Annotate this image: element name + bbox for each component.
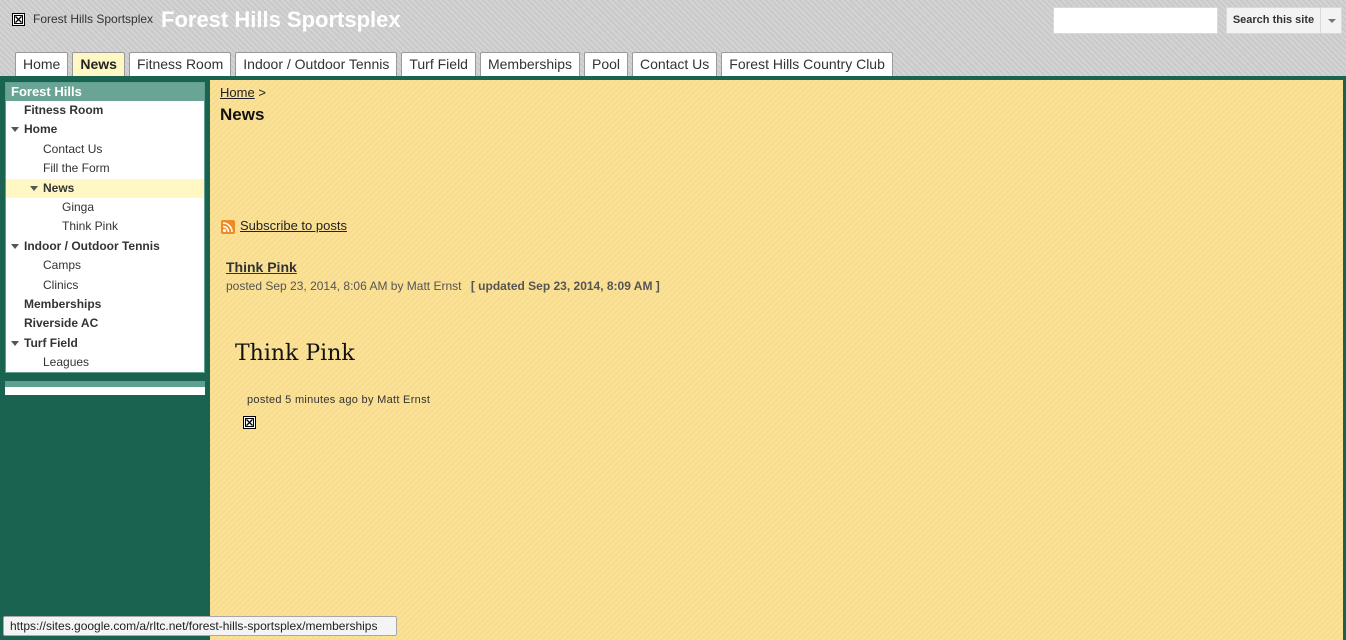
search-input[interactable] bbox=[1053, 7, 1218, 34]
page-title: News bbox=[220, 105, 265, 124]
sidebar-item-label: Ginga bbox=[62, 199, 95, 214]
sidebar-item-home[interactable]: Home bbox=[6, 120, 204, 139]
tab-indoor-outdoor-tennis[interactable]: Indoor / Outdoor Tennis bbox=[235, 52, 398, 76]
breadcrumb-separator: > bbox=[258, 85, 266, 100]
search-options-dropdown[interactable] bbox=[1320, 7, 1342, 34]
expand-triangle-icon[interactable] bbox=[11, 243, 19, 249]
tab-home[interactable]: Home bbox=[15, 52, 69, 76]
sidebar-item-label: Leagues bbox=[43, 355, 90, 370]
sidebar-item-contact-us[interactable]: Contact Us bbox=[6, 140, 204, 159]
post-updated-info: [ updated Sep 23, 2014, 8:09 AM ] bbox=[470, 279, 660, 293]
embedded-post-meta: posted 5 minutes ago by Matt Ernst bbox=[247, 394, 431, 406]
tab-news[interactable]: News bbox=[72, 52, 125, 76]
browser-status-bar: https://sites.google.com/a/rltc.net/fore… bbox=[3, 616, 397, 636]
site-logo-broken-image-icon[interactable] bbox=[12, 13, 25, 26]
sidebar-item-memberships[interactable]: Memberships bbox=[6, 295, 204, 314]
sidebar-item-label: Turf Field bbox=[24, 335, 78, 350]
sidebar-item-label: Indoor / Outdoor Tennis bbox=[24, 238, 160, 253]
post-posted-info: posted Sep 23, 2014, 8:06 AM by Matt Ern… bbox=[226, 279, 462, 293]
sidebar-item-leagues[interactable]: Leagues bbox=[6, 353, 204, 372]
sidebar-item-riverside-ac[interactable]: Riverside AC bbox=[6, 314, 204, 333]
sidebar-item-turf-field[interactable]: Turf Field bbox=[6, 334, 204, 353]
site-title[interactable]: Forest Hills Sportsplex bbox=[161, 7, 401, 33]
rss-icon[interactable] bbox=[221, 220, 235, 234]
sidebar-item-label: Home bbox=[24, 122, 58, 137]
embedded-post-title: Think Pink bbox=[235, 341, 355, 366]
main-content: Home > News Subscribe to posts Think Pin… bbox=[210, 80, 1343, 640]
expand-triangle-icon[interactable] bbox=[30, 185, 38, 191]
sidebar-item-camps[interactable]: Camps bbox=[6, 256, 204, 275]
sidebar-secondary-box bbox=[5, 381, 205, 395]
sidebar-item-fitness-room[interactable]: Fitness Room bbox=[6, 101, 204, 120]
sidebar-item-label: Memberships bbox=[24, 296, 102, 311]
sidebar-item-ginga[interactable]: Ginga bbox=[6, 198, 204, 217]
breadcrumb: Home > bbox=[220, 85, 266, 100]
sidebar-item-label: Riverside AC bbox=[24, 316, 99, 331]
search-button[interactable]: Search this site bbox=[1226, 7, 1321, 34]
subscribe-to-posts-link[interactable]: Subscribe to posts bbox=[240, 218, 347, 233]
sidebar-item-clinics[interactable]: Clinics bbox=[6, 276, 204, 295]
tab-contact-us[interactable]: Contact Us bbox=[632, 52, 718, 76]
top-nav-tabs: Home News Fitness Room Indoor / Outdoor Ten… bbox=[15, 52, 893, 76]
sidebar-item-news[interactable]: News bbox=[6, 178, 204, 198]
sidebar-navigation: Forest Hills Fitness Room Home Contact Us F… bbox=[5, 82, 205, 373]
sidebar-item-label: Fill the Form bbox=[43, 161, 110, 176]
sidebar-item-label: Fitness Room bbox=[24, 103, 104, 117]
sidebar-list: Fitness Room Home Contact Us Fill the Form N… bbox=[6, 101, 204, 372]
broken-image-icon bbox=[243, 416, 256, 429]
site-small-title[interactable]: Forest Hills Sportsplex bbox=[33, 12, 153, 26]
expand-triangle-icon[interactable] bbox=[11, 127, 19, 133]
tab-forest-hills-country-club[interactable]: Forest Hills Country Club bbox=[721, 52, 893, 76]
sidebar-item-label: Think Pink bbox=[62, 219, 119, 234]
tab-turf-field[interactable]: Turf Field bbox=[401, 52, 476, 76]
site-header: Forest Hills Sportsplex Forest Hills Spo… bbox=[0, 0, 1346, 76]
sidebar-item-label: Clinics bbox=[43, 277, 79, 292]
sidebar-item-fill-the-form[interactable]: Fill the Form bbox=[6, 159, 204, 178]
post-title-link[interactable]: Think Pink bbox=[226, 259, 297, 275]
sidebar-title: Forest Hills bbox=[6, 83, 204, 101]
post-meta: posted Sep 23, 2014, 8:06 AM by Matt Ern… bbox=[226, 279, 660, 293]
tab-fitness-room[interactable]: Fitness Room bbox=[128, 52, 232, 76]
chevron-down-icon bbox=[1328, 19, 1336, 23]
sidebar-item-indoor-outdoor-tennis[interactable]: Indoor / Outdoor Tennis bbox=[6, 237, 204, 256]
sidebar-item-label: News bbox=[43, 180, 75, 195]
sidebar-item-label: Camps bbox=[43, 258, 82, 273]
expand-triangle-icon[interactable] bbox=[11, 340, 19, 346]
breadcrumb-home-link[interactable]: Home bbox=[220, 85, 255, 100]
tab-memberships[interactable]: Memberships bbox=[479, 52, 580, 76]
sidebar-item-label: Contact Us bbox=[43, 141, 103, 156]
sidebar-item-think-pink[interactable]: Think Pink bbox=[6, 217, 204, 236]
tab-pool[interactable]: Pool bbox=[584, 52, 629, 76]
